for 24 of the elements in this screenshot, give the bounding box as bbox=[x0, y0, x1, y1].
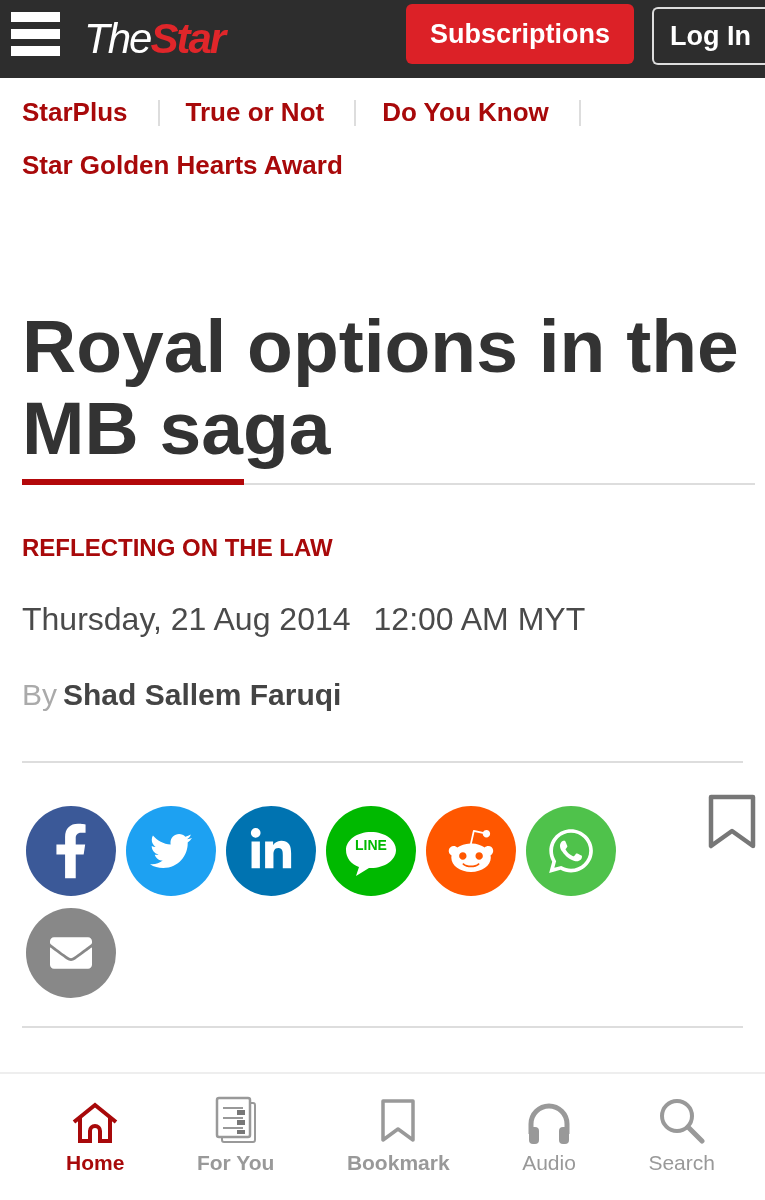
nav-link[interactable]: Star Golden Hearts Award bbox=[22, 139, 343, 192]
site-logo[interactable]: TheStar bbox=[84, 18, 225, 60]
search-icon bbox=[658, 1098, 705, 1144]
menu-icon[interactable] bbox=[11, 12, 60, 56]
publish-time: 12:00 AM MYT bbox=[373, 600, 586, 639]
headphones-icon bbox=[526, 1102, 572, 1144]
nav-link[interactable]: True or Not bbox=[185, 86, 325, 139]
login-button[interactable]: Log In bbox=[652, 7, 765, 65]
bookmark-icon bbox=[380, 1098, 417, 1144]
subscriptions-button[interactable]: Subscriptions bbox=[406, 4, 634, 64]
author-link[interactable]: Shad Sallem Faruqi bbox=[63, 675, 342, 715]
bookmark-icon[interactable] bbox=[708, 794, 756, 850]
article-title: Royal options in the MB saga bbox=[21, 305, 740, 469]
nav-link[interactable]: Do You Know bbox=[382, 86, 549, 139]
reddit-alien-icon bbox=[446, 827, 496, 875]
speech-bubble-icon bbox=[345, 831, 397, 877]
newspaper-icon bbox=[214, 1096, 257, 1144]
bottom-nav-item[interactable]: Home bbox=[66, 1096, 125, 1176]
category-link[interactable]: REFLECTING ON THE LAW bbox=[22, 534, 333, 562]
nav-link[interactable]: StarPlus bbox=[22, 86, 128, 139]
home-icon bbox=[72, 1102, 119, 1144]
byline-label: By bbox=[22, 677, 57, 713]
publish-date: Thursday, 21 Aug 2014 bbox=[22, 600, 351, 639]
whatsapp-icon bbox=[546, 826, 596, 876]
